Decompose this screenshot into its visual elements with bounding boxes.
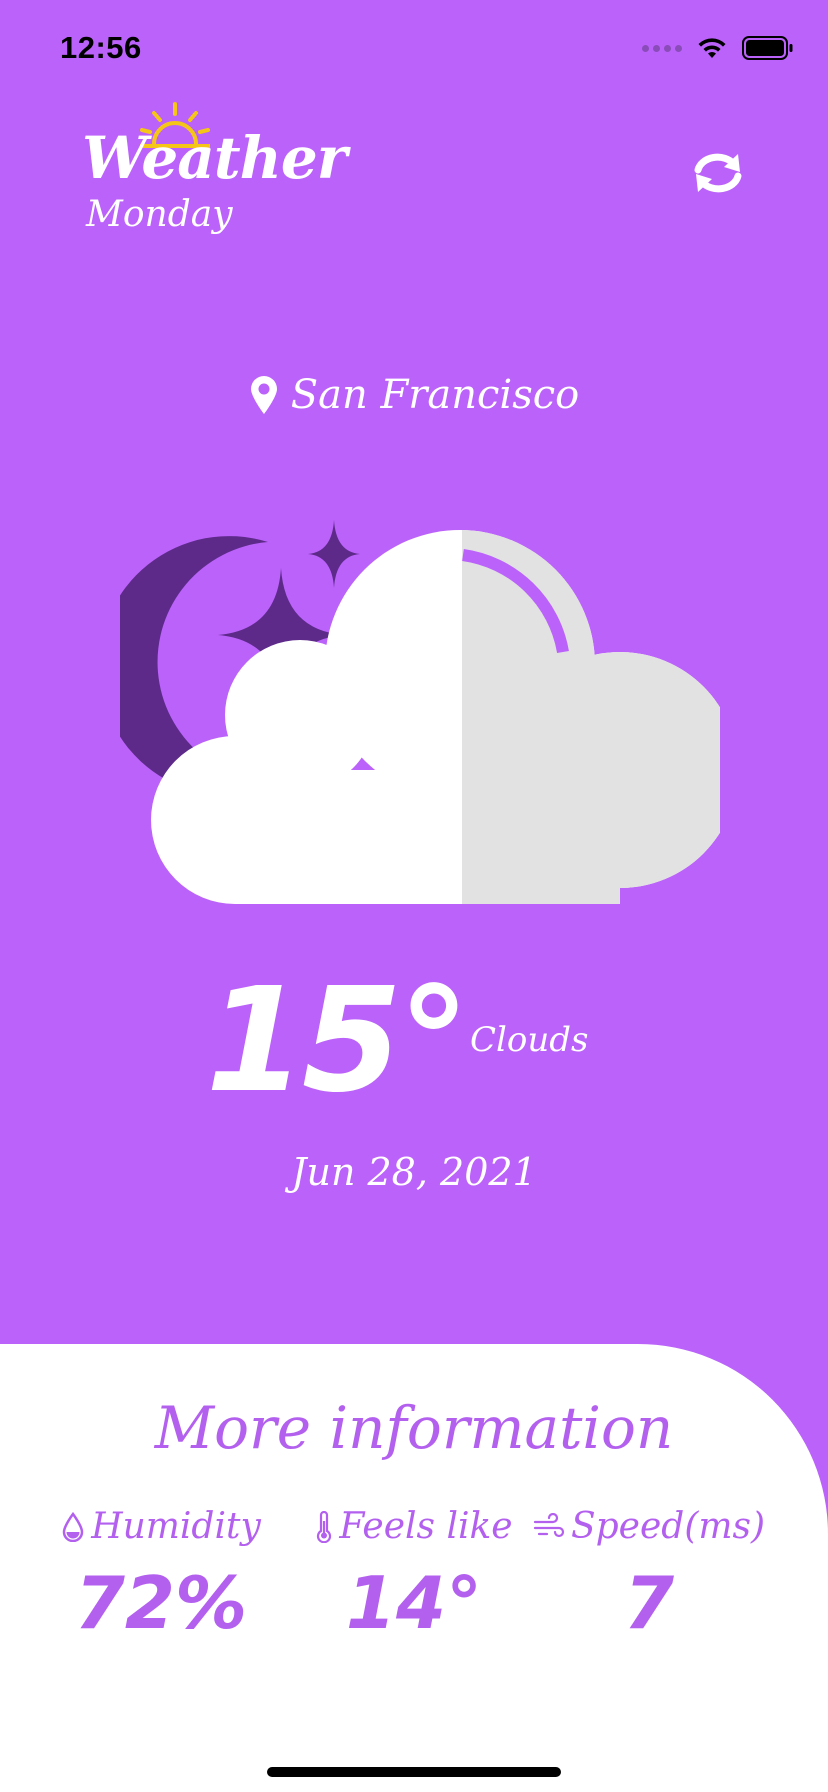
metric-label: Speed(ms) [524,1506,774,1547]
wind-icon [533,1512,565,1537]
day-label: Monday [86,194,233,235]
app-title: Weather [82,124,347,192]
metric-wind-speed: Speed(ms) 7 [524,1506,774,1645]
app-logo: Weather Monday [80,100,347,240]
night-cloud-icon [120,520,720,904]
metric-value: 14° [345,1561,483,1645]
thermometer-icon [317,1510,332,1543]
temperature-row: 15° Clouds [0,960,828,1120]
metric-label-text: Feels like [339,1506,513,1547]
status-time: 12:56 [60,30,142,65]
status-icons [642,35,794,61]
refresh-button[interactable] [690,148,746,198]
metric-label: Feels like [289,1506,539,1547]
more-info-panel: More information Humidity 72% Feels like… [0,1344,828,1792]
metric-label: Humidity [36,1506,286,1547]
battery-icon [742,36,793,60]
metric-label-text: Humidity [91,1506,261,1547]
wifi-icon [698,38,726,58]
water-drop-icon [62,1511,84,1542]
refresh-icon [694,153,742,193]
more-info-title: More information [154,1394,674,1462]
current-date: Jun 28, 2021 [291,1150,537,1194]
cellular-signal-icon [642,44,682,52]
city-name: San Francisco [290,372,580,418]
metric-humidity: Humidity 72% [36,1506,286,1645]
metric-value: 7 [623,1561,675,1645]
temperature-value: 15° [205,956,470,1124]
metric-value: 72% [74,1561,248,1645]
location: San Francisco [0,372,828,418]
metric-label-text: Speed(ms) [570,1506,766,1547]
weather-description: Clouds [470,1020,589,1060]
home-indicator[interactable] [267,1767,561,1777]
location-pin-icon [250,376,277,414]
metric-feels-like: Feels like 14° [289,1506,539,1645]
